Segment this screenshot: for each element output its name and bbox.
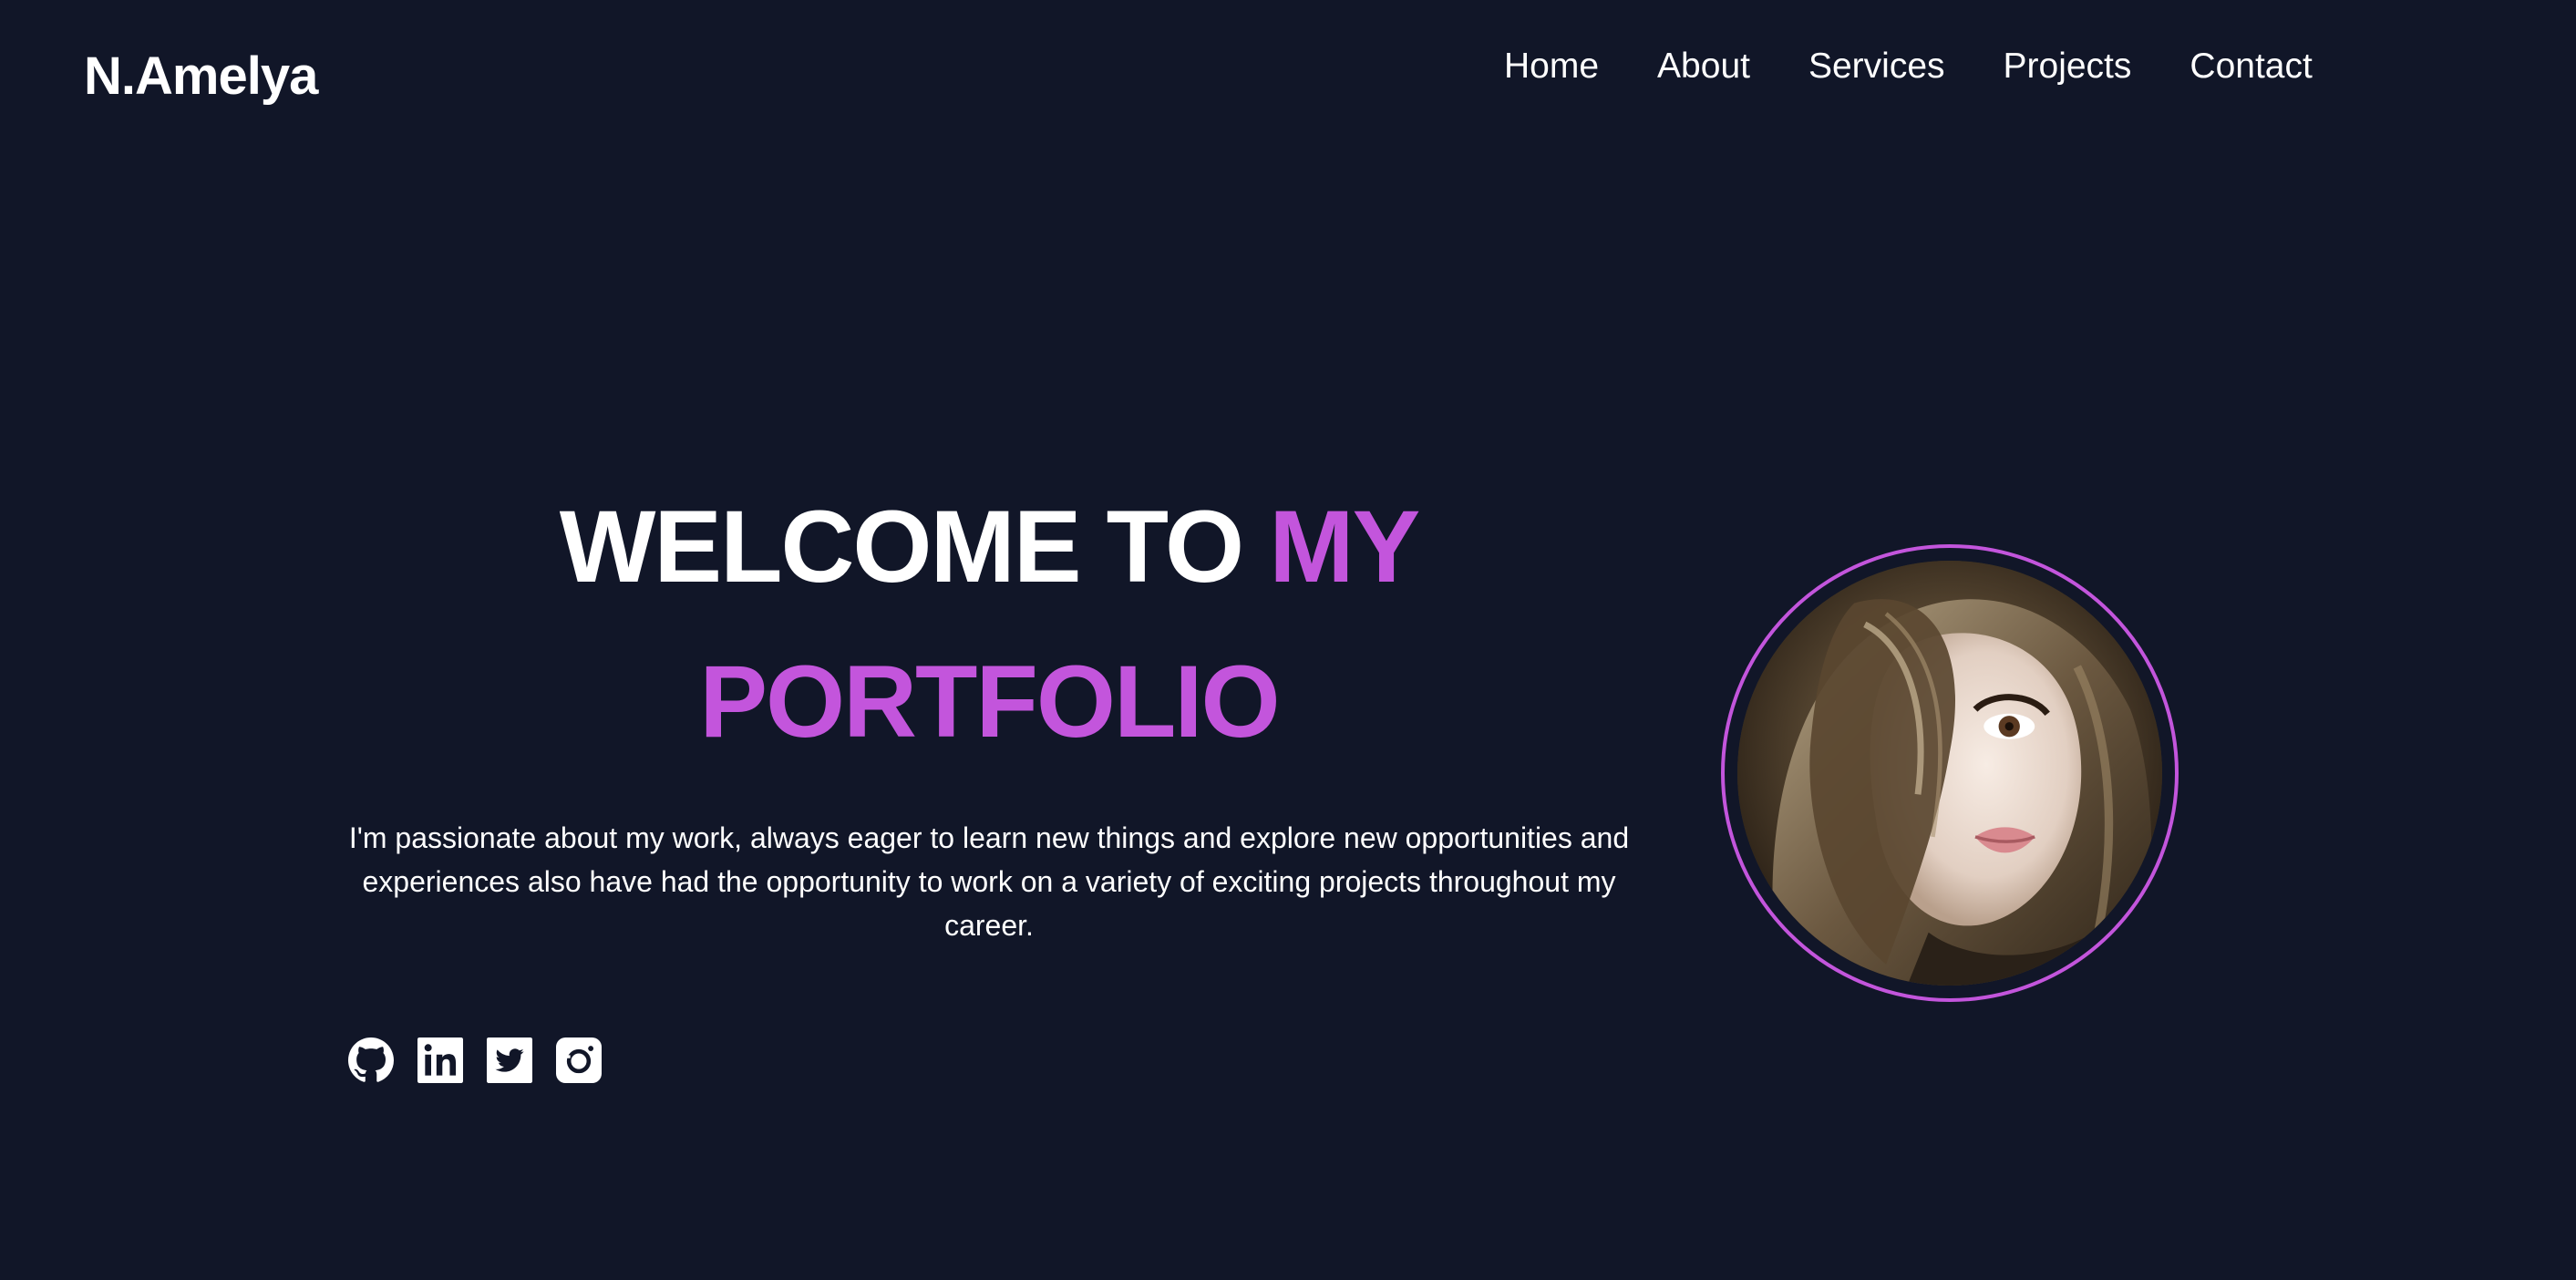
instagram-icon[interactable] — [556, 1037, 602, 1083]
hero-description: I'm passionate about my work, always eag… — [348, 821, 1630, 942]
hero-title-portfolio: PORTFOLIO — [699, 645, 1280, 759]
nav-about-link[interactable]: About — [1657, 42, 1750, 91]
nav-contact-link[interactable]: Contact — [2190, 42, 2312, 91]
twitter-icon[interactable] — [487, 1037, 532, 1083]
nav-home-link[interactable]: Home — [1504, 42, 1599, 91]
linkedin-icon[interactable] — [417, 1037, 463, 1083]
site-logo[interactable]: N.Amelya — [84, 46, 318, 107]
profile-photo — [1737, 561, 2162, 986]
nav-projects-link[interactable]: Projects — [2004, 42, 2132, 91]
github-icon[interactable] — [348, 1037, 394, 1083]
page: N.Amelya Home About Services Projects Co… — [0, 0, 2576, 1280]
hero-title: WELCOME TO MY PORTFOLIO — [365, 470, 1613, 779]
social-links — [348, 1037, 602, 1083]
main-nav: Home About Services Projects Contact — [1504, 42, 2313, 91]
profile-avatar-frame — [1721, 544, 2179, 1002]
hero-title-my: MY — [1269, 490, 1420, 604]
hero-title-welcome: WELCOME TO — [559, 490, 1244, 604]
nav-services-link[interactable]: Services — [1808, 42, 1945, 91]
